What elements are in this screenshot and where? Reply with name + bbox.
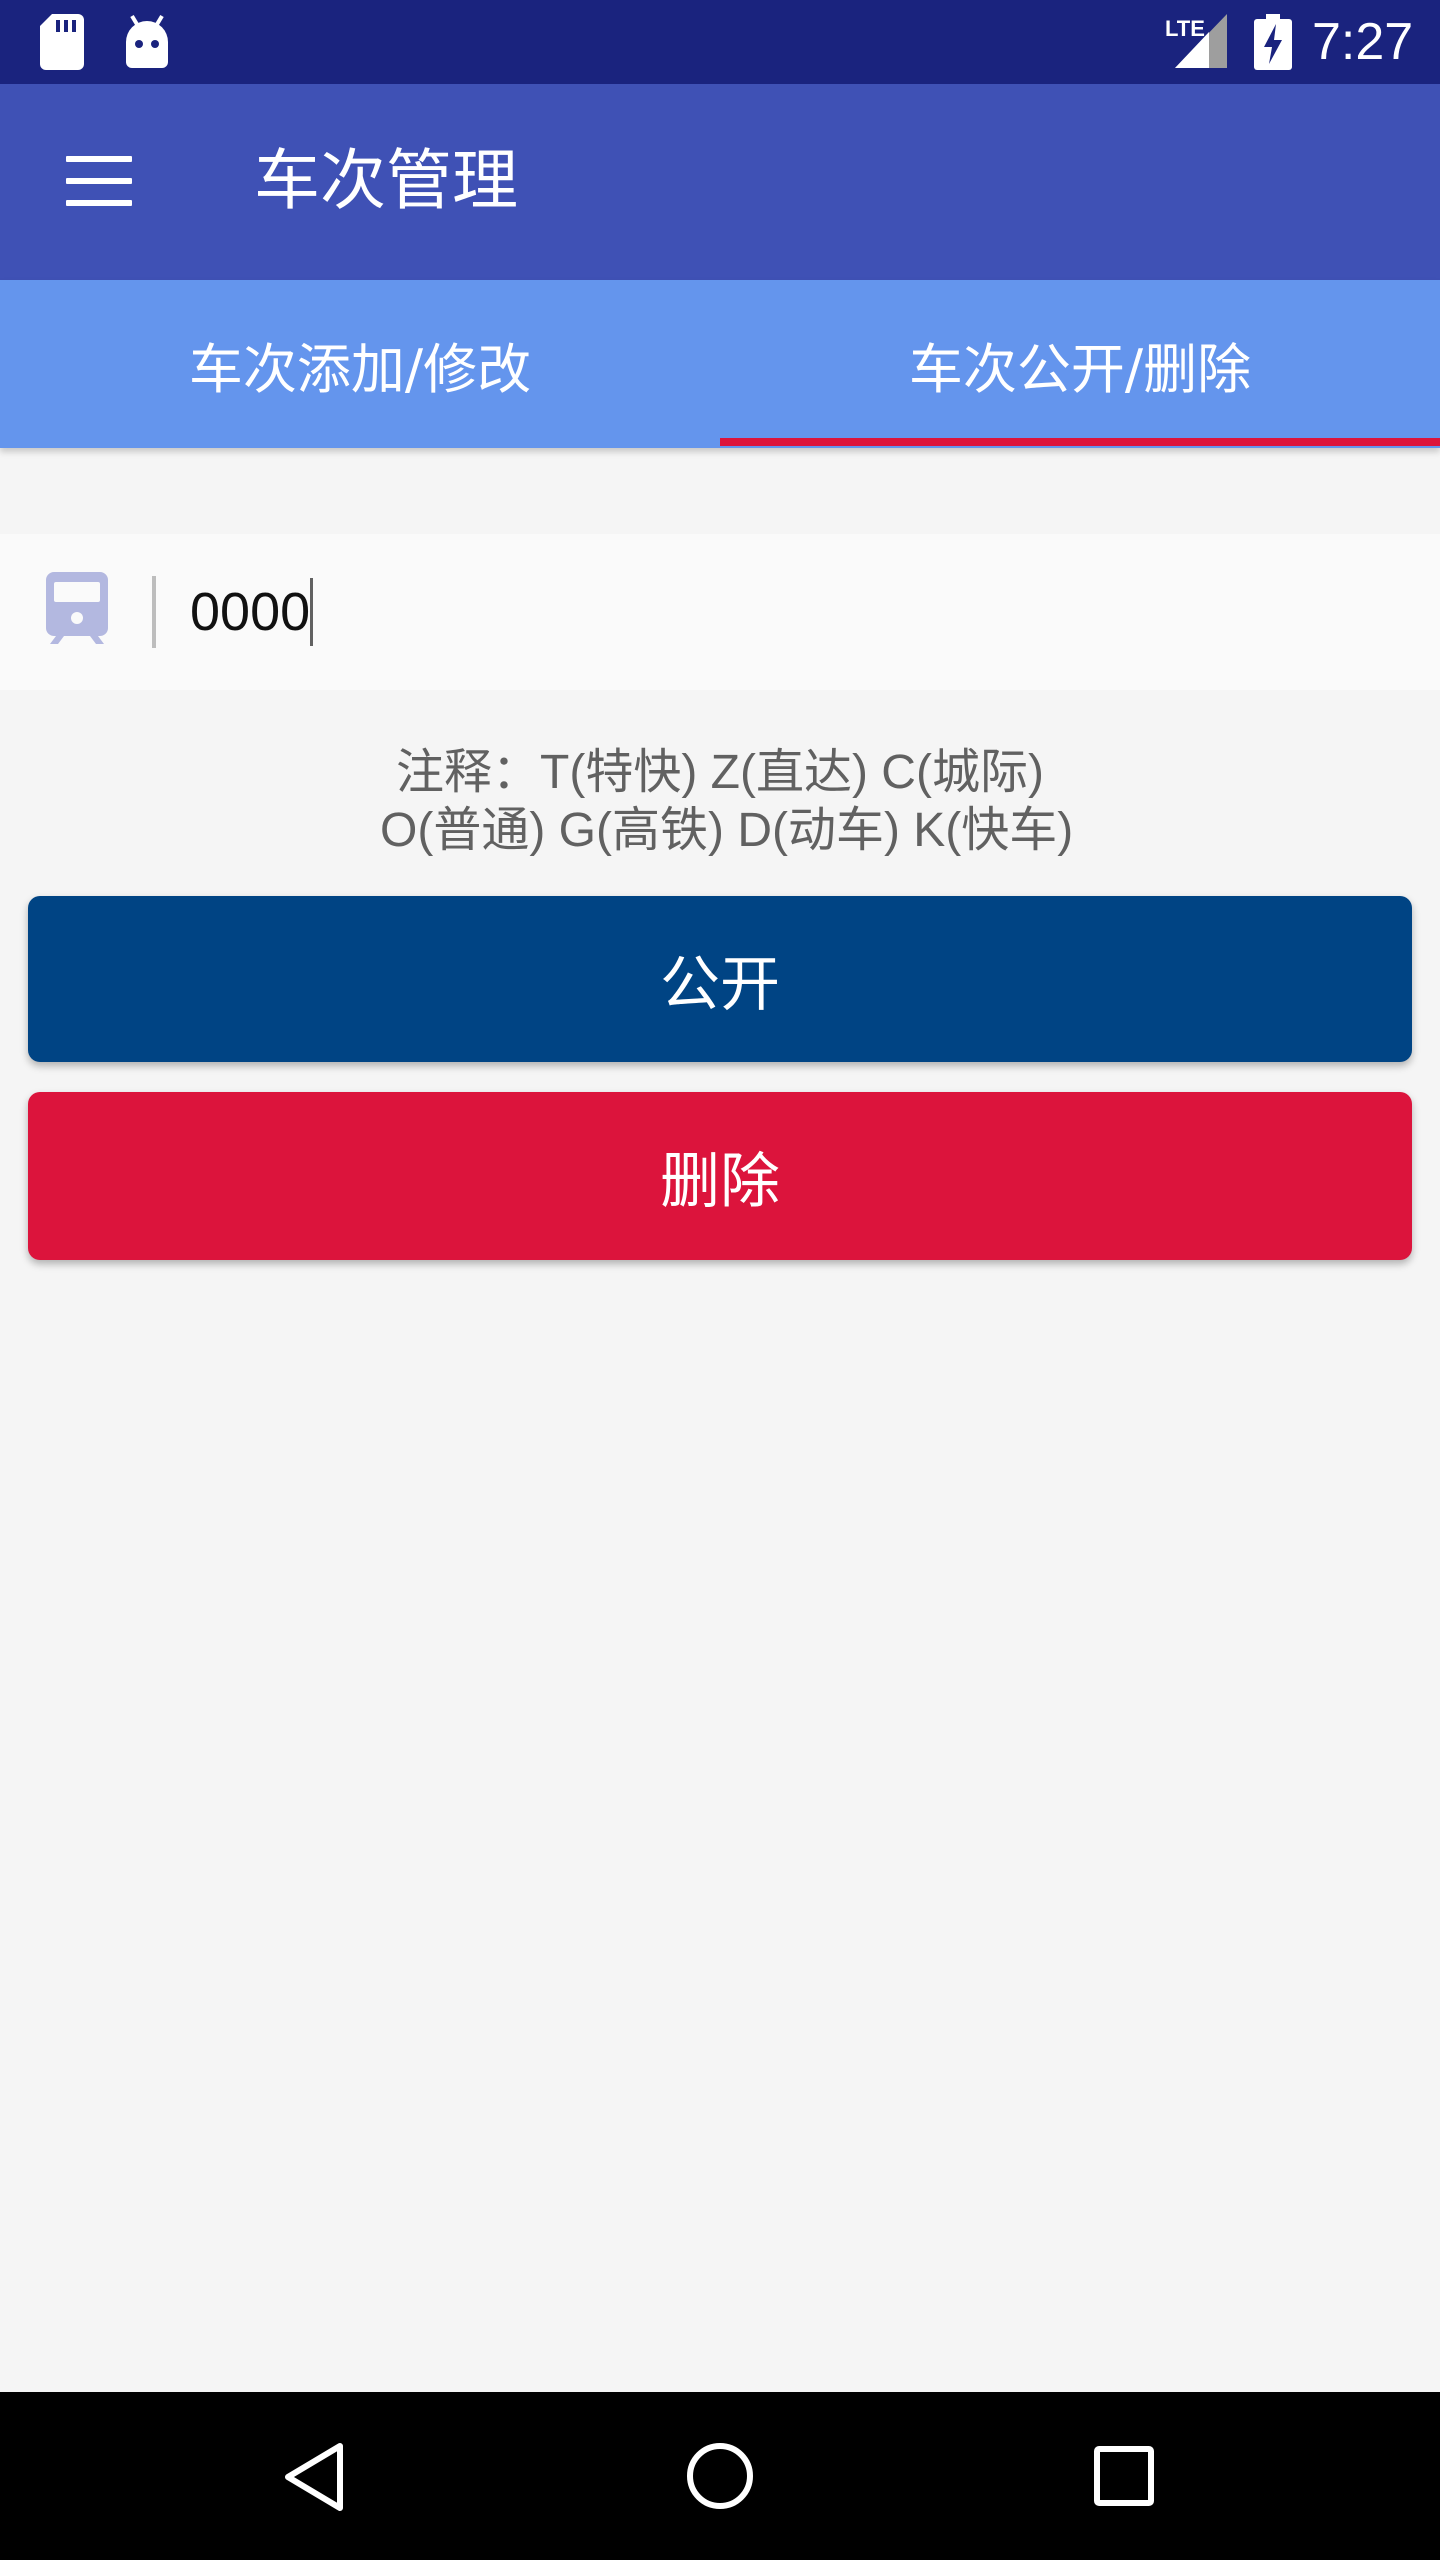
back-icon[interactable] (282, 2442, 346, 2512)
recent-apps-icon[interactable] (1094, 2446, 1154, 2506)
train-number-input-row (0, 534, 1440, 690)
note-line-2: O(普通) G(高铁) D(动车) K(快车) (366, 804, 1074, 857)
tab-add-edit[interactable]: 车次添加/修改 (0, 280, 720, 448)
battery-charging-icon (1254, 14, 1292, 70)
app-bar (0, 84, 1440, 280)
page-title: 车次管理 (254, 142, 518, 219)
status-bar: LTE 7:27 (0, 0, 1440, 84)
cell-signal-icon (1175, 14, 1227, 68)
tab-bar: 车次添加/修改 车次公开/删除 (0, 280, 1440, 448)
system-navigation-bar (0, 2392, 1440, 2560)
hamburger-menu-icon[interactable] (66, 156, 132, 206)
train-type-note: 注释：T(特快) Z(直达) C(城际) O(普通) G(高铁) D(动车) K… (0, 744, 1440, 860)
publish-button[interactable]: 公开 (28, 896, 1412, 1062)
delete-button[interactable]: 删除 (28, 1092, 1412, 1260)
clock: 7:27 (1312, 13, 1414, 71)
text-cursor (310, 578, 313, 646)
train-number-field[interactable] (190, 562, 1390, 662)
input-divider (152, 576, 156, 648)
home-icon[interactable] (686, 2442, 754, 2510)
note-line-1: 注释：T(特快) Z(直达) C(城际) (396, 746, 1044, 799)
train-icon (46, 572, 108, 644)
sd-card-icon (40, 14, 84, 70)
android-debug-icon (126, 14, 168, 68)
tab-publish-delete[interactable]: 车次公开/删除 (720, 280, 1440, 448)
selected-tab-indicator (720, 438, 1440, 446)
